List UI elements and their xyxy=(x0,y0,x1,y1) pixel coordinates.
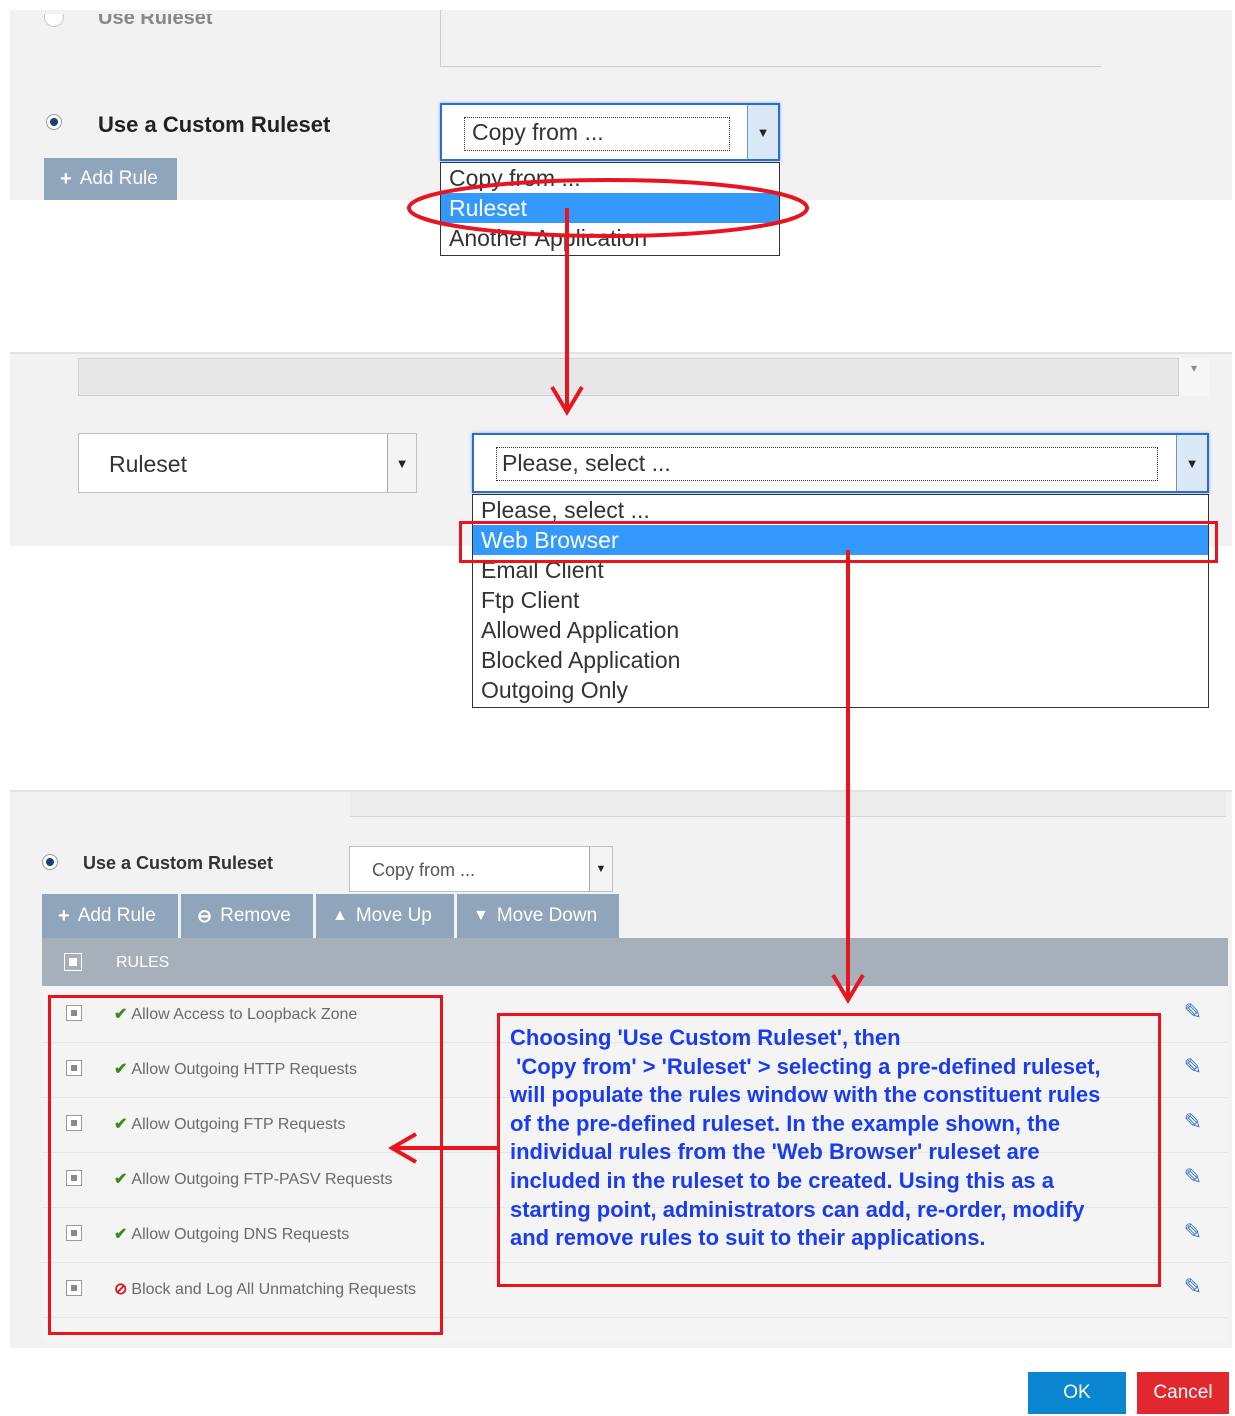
annotation-arrows xyxy=(388,178,865,1164)
annotation-ellipse xyxy=(407,178,809,238)
